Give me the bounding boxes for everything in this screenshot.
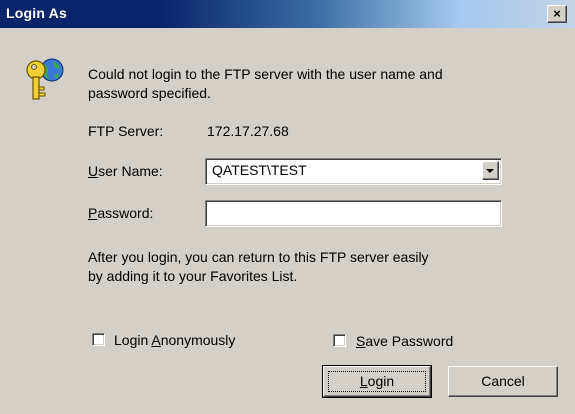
ftp-server-value: 172.17.27.68: [207, 123, 289, 139]
password-field[interactable]: [205, 200, 502, 227]
password-label-text: assword:: [97, 205, 154, 221]
login-anonymously-label-rest: nonymously: [160, 332, 236, 348]
cancel-button-label: Cancel: [481, 373, 525, 389]
user-name-dropdown-button[interactable]: [482, 161, 499, 180]
password-label: Password:: [88, 204, 153, 222]
login-anonymously-mnemonic: A: [151, 332, 161, 348]
save-password-label-rest: ave Password: [365, 333, 454, 349]
key-icon: [26, 58, 64, 100]
title-bar[interactable]: Login As ×: [0, 0, 575, 28]
info-message-line-2: by adding it to your Favorites List.: [88, 268, 298, 284]
user-name-value: QATEST\TEST: [212, 162, 307, 178]
error-message-line-2: password specified.: [88, 85, 211, 101]
login-anonymously-label[interactable]: Login Anonymously: [114, 331, 235, 349]
login-as-dialog: Login As × Could not login to the FTP se…: [0, 0, 575, 414]
login-anonymously-checkbox[interactable]: [92, 333, 105, 346]
save-password-mnemonic: S: [356, 333, 366, 349]
save-password-label[interactable]: Save Password: [356, 332, 453, 350]
login-button-label-rest: ogin: [367, 373, 395, 389]
close-button[interactable]: ×: [547, 5, 567, 23]
save-password-checkbox[interactable]: [333, 334, 346, 347]
user-name-mnemonic: U: [88, 163, 99, 179]
login-button[interactable]: Login: [322, 365, 432, 398]
password-mnemonic: P: [88, 205, 98, 221]
login-anonymously-label-start: Login: [114, 332, 152, 348]
error-message-line-1: Could not login to the FTP server with t…: [88, 66, 443, 82]
login-button-label: Login: [360, 373, 394, 389]
ftp-server-label: FTP Server:: [88, 123, 164, 139]
login-mnemonic: L: [359, 373, 368, 389]
user-name-label-text: ser Name:: [98, 163, 163, 179]
chevron-down-icon: [486, 169, 494, 173]
info-message-line-1: After you login, you can return to this …: [88, 249, 429, 265]
window-title: Login As: [6, 5, 67, 21]
cancel-button[interactable]: Cancel: [448, 366, 558, 397]
close-icon: ×: [553, 6, 561, 21]
user-name-label: User Name:: [88, 162, 163, 180]
user-name-combobox[interactable]: QATEST\TEST: [205, 158, 502, 185]
